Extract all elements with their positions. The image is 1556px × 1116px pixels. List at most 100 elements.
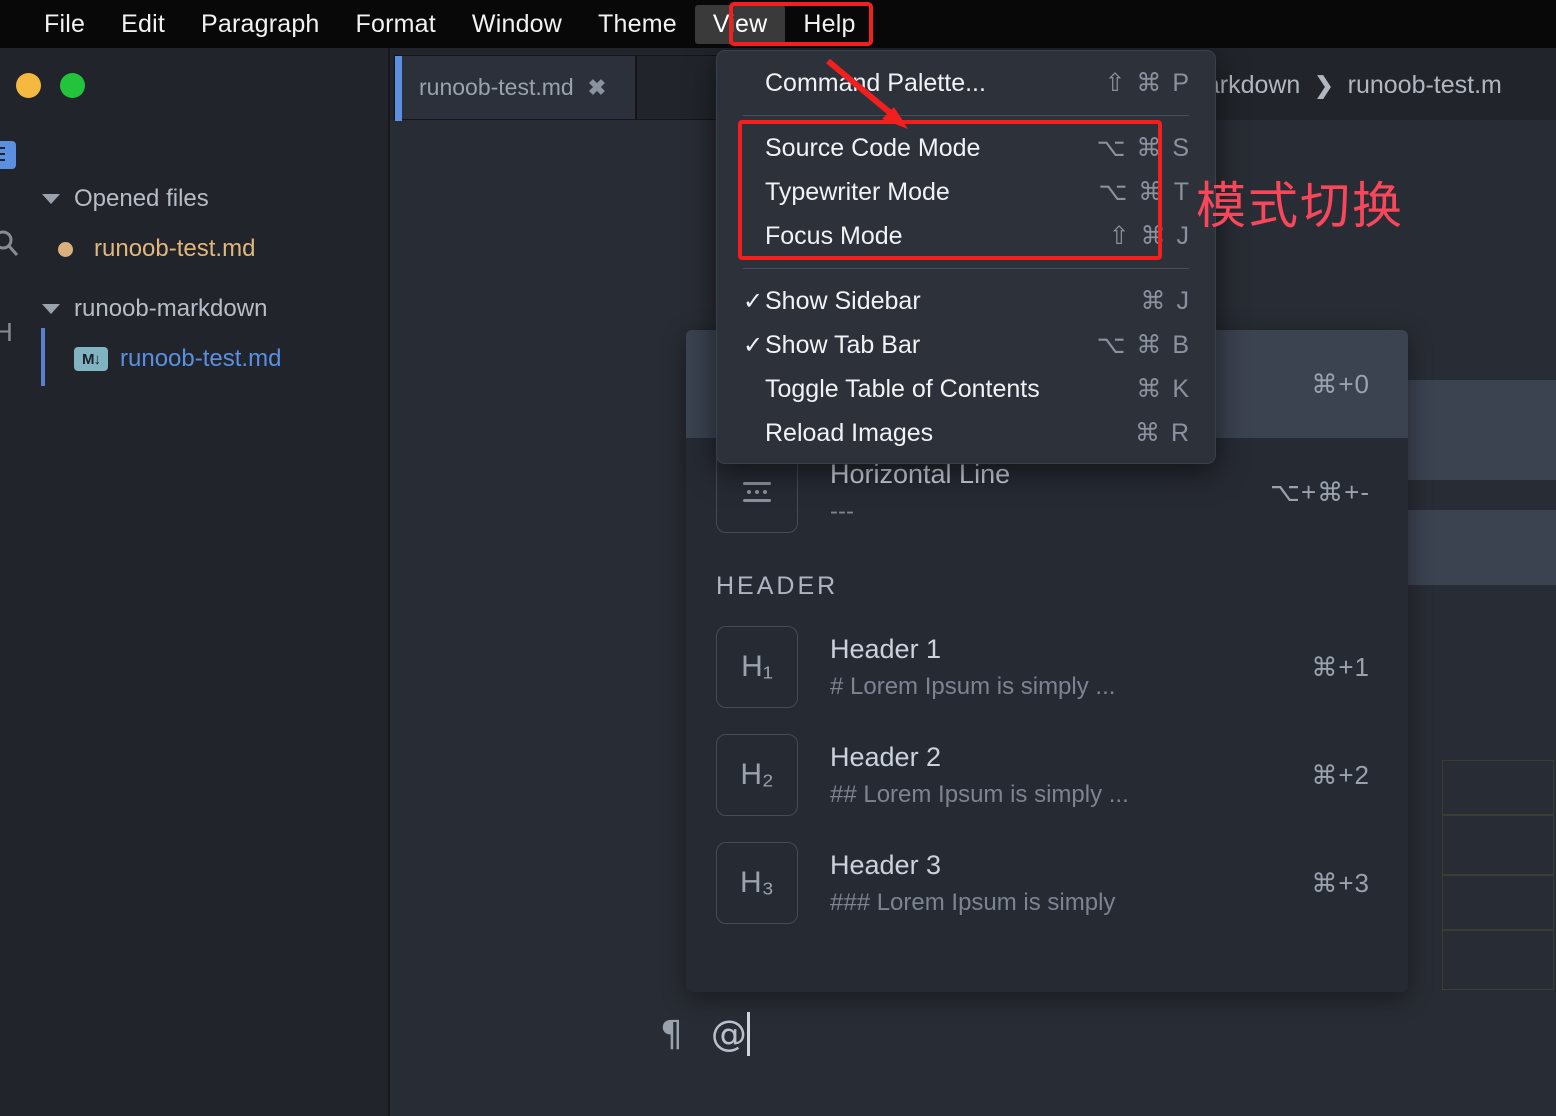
maximize-button[interactable] bbox=[60, 73, 85, 98]
chevron-down-icon[interactable] bbox=[42, 194, 60, 204]
menu-item-shortcut: ⌘ K bbox=[1136, 374, 1191, 404]
tree-group-opened-files[interactable]: Opened files bbox=[0, 176, 390, 222]
tree-group-label: runoob-markdown bbox=[74, 295, 267, 323]
menu-item-typewriter-mode[interactable]: Typewriter Mode ⌥ ⌘ T bbox=[717, 170, 1215, 214]
command-item-header-1[interactable]: H₁ Header 1 # Lorem Ipsum is simply ... … bbox=[686, 613, 1408, 721]
menu-item-label: Show Sidebar bbox=[765, 287, 1141, 316]
chevron-right-icon: ❯ bbox=[1314, 72, 1333, 99]
breadcrumb-file[interactable]: runoob-test.m bbox=[1348, 71, 1502, 100]
menu-item-source-code-mode[interactable]: Source Code Mode ⌥ ⌘ S bbox=[717, 126, 1215, 170]
table-cell-outline bbox=[1442, 930, 1554, 990]
h3-icon: H₃ bbox=[716, 842, 798, 924]
menu-paragraph[interactable]: Paragraph bbox=[183, 5, 338, 44]
menu-item-label: Focus Mode bbox=[765, 222, 1109, 251]
tab-active-indicator bbox=[395, 56, 402, 121]
command-item-text: Header 2 ## Lorem Ipsum is simply ... bbox=[830, 741, 1311, 810]
menu-help[interactable]: Help bbox=[785, 5, 873, 44]
h1-icon: H₁ bbox=[716, 626, 798, 708]
menu-format[interactable]: Format bbox=[338, 5, 454, 44]
menu-item-label: Reload Images bbox=[765, 419, 1135, 448]
command-item-shortcut: ⌘+1 bbox=[1311, 652, 1370, 683]
menu-item-command-palette[interactable]: Command Palette... ⇧ ⌘ P bbox=[717, 61, 1215, 105]
view-dropdown-menu[interactable]: Command Palette... ⇧ ⌘ P Source Code Mod… bbox=[716, 50, 1216, 464]
command-item-shortcut: ⌘+3 bbox=[1311, 868, 1370, 899]
menu-view[interactable]: View bbox=[695, 5, 786, 44]
overlay-band bbox=[1408, 510, 1556, 585]
command-item-subtitle: ## Lorem Ipsum is simply ... bbox=[830, 781, 1311, 809]
menu-item-shortcut: ⇧ ⌘ P bbox=[1104, 68, 1191, 98]
check-icon: ✓ bbox=[743, 331, 765, 360]
tree-file-label: runoob-test.md bbox=[94, 235, 255, 263]
app-window: File Edit Paragraph Format Window Theme … bbox=[0, 0, 1556, 1116]
menu-item-label: Source Code Mode bbox=[765, 134, 1097, 163]
files-icon[interactable] bbox=[0, 138, 24, 174]
tab-label: runoob-test.md bbox=[419, 74, 574, 101]
menu-item-label: Toggle Table of Contents bbox=[765, 375, 1136, 404]
menu-item-focus-mode[interactable]: Focus Mode ⇧ ⌘ J bbox=[717, 214, 1215, 258]
markdown-file-icon: M↓ bbox=[74, 347, 108, 371]
overlay-band bbox=[1408, 380, 1556, 480]
menu-separator bbox=[743, 268, 1189, 269]
annotation-text-mode-switch: 模式切换 bbox=[1196, 166, 1404, 238]
command-item-title: Header 2 bbox=[830, 741, 1311, 775]
command-item-subtitle: # Lorem Ipsum is simply ... bbox=[830, 673, 1311, 701]
menu-item-label: Typewriter Mode bbox=[765, 178, 1098, 207]
table-cell-outline bbox=[1442, 760, 1554, 815]
chevron-down-icon[interactable] bbox=[42, 304, 60, 314]
menu-item-shortcut: ⌥ ⌘ T bbox=[1098, 177, 1191, 207]
table-cell-outline bbox=[1442, 815, 1554, 875]
command-item-subtitle: --- bbox=[830, 498, 1270, 526]
menu-item-toggle-toc[interactable]: Toggle Table of Contents ⌘ K bbox=[717, 367, 1215, 411]
menu-item-show-tab-bar[interactable]: ✓ Show Tab Bar ⌥ ⌘ B bbox=[717, 323, 1215, 367]
command-item-subtitle: ### Lorem Ipsum is simply bbox=[830, 889, 1311, 917]
tree-group-label: Opened files bbox=[74, 185, 209, 213]
command-item-title: Header 3 bbox=[830, 849, 1311, 883]
menu-item-reload-images[interactable]: Reload Images ⌘ R bbox=[717, 411, 1215, 455]
tree-group-runoob-markdown[interactable]: runoob-markdown bbox=[0, 286, 390, 332]
menu-item-shortcut: ⌥ ⌘ S bbox=[1097, 133, 1191, 163]
sidebar: H Opened files runoob-test.md runoob-mar… bbox=[0, 48, 390, 1116]
tree-indent-guide bbox=[41, 328, 45, 386]
pilcrow-icon: ¶ bbox=[660, 1014, 683, 1055]
menu-item-label: Show Tab Bar bbox=[765, 331, 1097, 360]
file-tree: Opened files runoob-test.md runoob-markd… bbox=[0, 176, 390, 386]
menu-item-shortcut: ⌥ ⌘ B bbox=[1097, 330, 1191, 360]
menu-item-shortcut: ⇧ ⌘ J bbox=[1109, 221, 1191, 251]
check-icon: ✓ bbox=[743, 287, 765, 316]
menu-item-shortcut: ⌘ J bbox=[1141, 286, 1191, 316]
menu-separator bbox=[743, 115, 1189, 116]
menu-item-shortcut: ⌘ R bbox=[1135, 418, 1191, 448]
table-cell-outline bbox=[1442, 875, 1554, 930]
command-item-header-2[interactable]: H₂ Header 2 ## Lorem Ipsum is simply ...… bbox=[686, 721, 1408, 829]
breadcrumb: ...arkdown ❯ runoob-test.m bbox=[1185, 58, 1502, 112]
document-right-overlay bbox=[1408, 330, 1556, 1030]
menu-item-show-sidebar[interactable]: ✓ Show Sidebar ⌘ J bbox=[717, 279, 1215, 323]
window-traffic-lights bbox=[16, 73, 85, 98]
command-item-text: Header 1 # Lorem Ipsum is simply ... bbox=[830, 633, 1311, 702]
tree-file-label: runoob-test.md bbox=[120, 345, 281, 373]
command-item-title: Header 1 bbox=[830, 633, 1311, 667]
command-item-text: Header 3 ### Lorem Ipsum is simply bbox=[830, 849, 1311, 918]
menu-edit[interactable]: Edit bbox=[103, 5, 183, 44]
tree-item-runoob-test-md[interactable]: M↓ runoob-test.md bbox=[0, 332, 390, 386]
tree-item-opened-runoob-test[interactable]: runoob-test.md bbox=[0, 222, 390, 276]
command-section-header: HEADER bbox=[686, 546, 1408, 613]
h2-icon: H₂ bbox=[716, 734, 798, 816]
menu-bar: File Edit Paragraph Format Window Theme … bbox=[0, 0, 1556, 48]
menu-theme[interactable]: Theme bbox=[580, 5, 695, 44]
menu-item-label: Command Palette... bbox=[765, 69, 1104, 98]
close-icon[interactable]: ✖ bbox=[588, 75, 606, 101]
editor-typed-text: @ bbox=[711, 1014, 747, 1055]
command-item-text: Horizontal Line --- bbox=[830, 458, 1270, 527]
menu-file[interactable]: File bbox=[26, 5, 103, 44]
unsaved-dot-icon bbox=[58, 242, 73, 257]
command-item-shortcut: ⌘+2 bbox=[1311, 760, 1370, 791]
menu-window[interactable]: Window bbox=[454, 5, 580, 44]
command-item-shortcut: ⌘+0 bbox=[1311, 369, 1370, 400]
tab-runoob-test-md[interactable]: runoob-test.md ✖ bbox=[394, 55, 636, 120]
editor-caret-line[interactable]: ¶ @ bbox=[660, 1012, 750, 1056]
command-item-shortcut: ⌥+⌘+- bbox=[1270, 477, 1370, 508]
command-item-header-3[interactable]: H₃ Header 3 ### Lorem Ipsum is simply ⌘+… bbox=[686, 829, 1408, 937]
text-caret bbox=[747, 1012, 750, 1056]
minimize-button[interactable] bbox=[16, 73, 41, 98]
